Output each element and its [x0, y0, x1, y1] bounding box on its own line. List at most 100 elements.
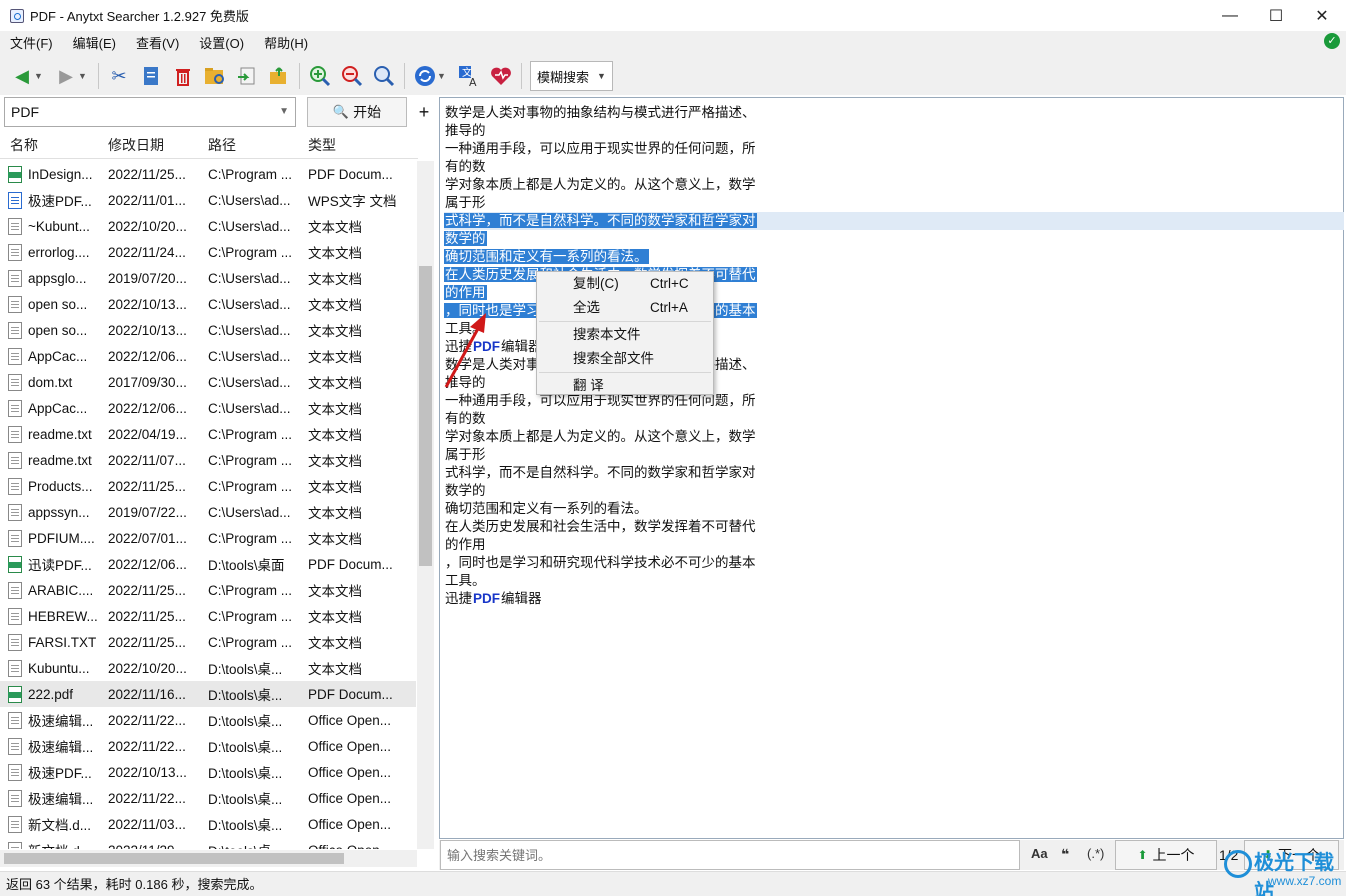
table-row[interactable]: Products... 2022/11/25... C:\Program ... 文本…: [0, 473, 416, 499]
refresh-icon[interactable]: [412, 63, 438, 89]
menu-file[interactable]: 文件(F): [0, 31, 63, 57]
results-horizontal-scrollbar[interactable]: [0, 850, 417, 867]
table-row[interactable]: readme.txt 2022/11/07... C:\Program ... 文本文…: [0, 447, 416, 473]
maximize-button[interactable]: ☐: [1253, 0, 1299, 31]
menu-view[interactable]: 查看(V): [126, 31, 189, 57]
scrollbar-thumb[interactable]: [4, 853, 344, 864]
table-row[interactable]: AppCac... 2022/12/06... C:\Users\ad... 文本文档: [0, 343, 416, 369]
app-icon: [10, 8, 24, 23]
table-row[interactable]: appsglo... 2019/07/20... C:\Users\ad... 文本文…: [0, 265, 416, 291]
cell-date: 2022/11/25...: [108, 608, 186, 624]
results-vertical-scrollbar[interactable]: [417, 161, 434, 849]
table-row[interactable]: open so... 2022/10/13... C:\Users\ad... 文本文…: [0, 317, 416, 343]
forward-arrow-icon[interactable]: ▶: [53, 63, 79, 89]
cell-name: 极速编辑...: [0, 710, 100, 730]
context-search-file-item[interactable]: 搜索本文件: [537, 323, 713, 347]
menu-settings[interactable]: 设置(O): [189, 31, 254, 57]
previous-match-button[interactable]: ⬆ 上一个: [1115, 840, 1217, 870]
refresh-dropdown-icon[interactable]: ▼: [437, 71, 449, 81]
delete-icon[interactable]: [170, 63, 196, 89]
translate-icon[interactable]: 文A: [456, 63, 482, 89]
search-icon[interactable]: [371, 63, 397, 89]
back-dropdown-icon[interactable]: ▼: [34, 71, 46, 81]
preview-text-run: 在人类历史发展和社会生活中，数学发挥着不可替代: [445, 519, 756, 534]
table-row[interactable]: 极速编辑... 2022/11/22... D:\tools\桌... Office …: [0, 707, 416, 733]
forward-dropdown-icon[interactable]: ▼: [78, 71, 90, 81]
context-select-all-item[interactable]: 全选 Ctrl+A: [537, 296, 713, 320]
zoom-in-icon[interactable]: [307, 63, 333, 89]
scrollbar-thumb[interactable]: [419, 266, 432, 566]
table-row[interactable]: dom.txt 2017/09/30... C:\Users\ad... 文本文档: [0, 369, 416, 395]
table-row[interactable]: 极速PDF... 2022/11/01... C:\Users\ad... WPS文字…: [0, 187, 416, 213]
title-bar: PDF - Anytxt Searcher 1.2.927 免费版 — ☐ ✕: [0, 0, 1346, 31]
table-row[interactable]: PDFIUM.... 2022/07/01... C:\Program ... 文本文…: [0, 525, 416, 551]
menu-help[interactable]: 帮助(H): [254, 31, 318, 57]
open-folder-icon[interactable]: [202, 63, 228, 89]
table-row[interactable]: 迅读PDF... 2022/12/06... D:\tools\桌面 PDF Docu…: [0, 551, 416, 577]
search-query-combo[interactable]: PDF ▼: [4, 97, 296, 127]
menu-item-label: 搜索全部文件: [573, 351, 654, 366]
whole-word-button[interactable]: ❝: [1061, 846, 1069, 863]
menu-item-shortcut: Ctrl+C: [650, 276, 689, 291]
table-row[interactable]: 新文档.d... 2022/11/03... D:\tools\桌... Office…: [0, 811, 416, 837]
preview-text-run: ，同时也是学习和研究现代科学技术必不可少的基本: [445, 555, 756, 570]
table-row[interactable]: 极速编辑... 2022/11/22... D:\tools\桌... Office …: [0, 733, 416, 759]
table-row[interactable]: appssyn... 2019/07/22... C:\Users\ad... 文本文…: [0, 499, 416, 525]
preview-line: 式科学，而不是自然科学。不同的数学家和哲学家对: [444, 464, 1344, 482]
import-icon[interactable]: [266, 63, 292, 89]
menu-edit[interactable]: 编辑(E): [63, 31, 126, 57]
context-search-all-item[interactable]: 搜索全部文件: [537, 347, 713, 371]
column-name[interactable]: 名称: [0, 135, 100, 155]
table-row[interactable]: AppCac... 2022/12/06... C:\Users\ad... 文本文档: [0, 395, 416, 421]
table-row[interactable]: 222.pdf 2022/11/16... D:\tools\桌... PDF Doc…: [0, 681, 416, 707]
table-row[interactable]: FARSI.TXT 2022/11/25... C:\Program ... 文本文档: [0, 629, 416, 655]
cell-name: HEBREW...: [0, 607, 100, 625]
back-arrow-icon[interactable]: ◀: [9, 63, 35, 89]
cell-date: 2022/10/13...: [108, 764, 187, 780]
cell-date: 2022/10/20...: [108, 660, 187, 676]
table-row[interactable]: InDesign... 2022/11/25... C:\Program ... PD…: [0, 161, 416, 187]
preview-line: 推导的: [444, 122, 1344, 140]
table-row[interactable]: 极速编辑... 2022/11/22... D:\tools\桌... Office …: [0, 785, 416, 811]
find-keyword-input[interactable]: [440, 840, 1020, 870]
preview-text-run: 有的数: [445, 159, 486, 174]
txt-file-icon: [8, 581, 22, 599]
column-date[interactable]: 修改日期: [100, 135, 200, 155]
heart-icon[interactable]: [488, 63, 514, 89]
table-row[interactable]: open so... 2022/10/13... C:\Users\ad... 文本文…: [0, 291, 416, 317]
cut-icon[interactable]: ✂: [106, 63, 132, 89]
next-match-button[interactable]: ⬇ 下一个: [1244, 840, 1339, 870]
column-type[interactable]: 类型: [300, 135, 408, 155]
table-row[interactable]: Kubuntu... 2022/10/20... D:\tools\桌... 文本文档: [0, 655, 416, 681]
table-row[interactable]: readme.txt 2022/04/19... C:\Program ... 文本文…: [0, 421, 416, 447]
preview-text-run: 式科学，而不是自然科学。不同的数学家和哲学家对: [445, 465, 756, 480]
cell-date: 2022/11/03...: [108, 816, 186, 832]
table-row[interactable]: ARABIC.... 2022/11/25... C:\Program ... 文本文…: [0, 577, 416, 603]
export-icon[interactable]: [234, 63, 260, 89]
table-row[interactable]: HEBREW... 2022/11/25... C:\Program ... 文本文档: [0, 603, 416, 629]
search-mode-dropdown[interactable]: 模糊搜索 ▼: [530, 61, 613, 91]
zoom-out-icon[interactable]: [339, 63, 365, 89]
preview-line: 学对象本质上都是人为定义的。从这个意义上，数学: [444, 428, 1344, 446]
table-row[interactable]: 极速PDF... 2022/10/13... D:\tools\桌... Office…: [0, 759, 416, 785]
context-copy-item[interactable]: 复制(C) Ctrl+C: [537, 272, 713, 296]
window-title: PDF - Anytxt Searcher 1.2.927 免费版: [30, 9, 249, 24]
minimize-button[interactable]: —: [1207, 0, 1253, 31]
document-icon[interactable]: [138, 63, 164, 89]
add-tab-button[interactable]: +: [414, 99, 434, 125]
preview-pane[interactable]: 数学是人类对事物的抽象结构与模式进行严格描述、 推导的 一种通用手段，可以应用于现实…: [439, 97, 1344, 839]
table-row[interactable]: ~Kubunt... 2022/10/20... C:\Users\ad... 文本文…: [0, 213, 416, 239]
start-search-button[interactable]: 🔍 开始: [307, 97, 407, 127]
file-name: 新文档.d...: [28, 818, 92, 833]
column-path[interactable]: 路径: [200, 135, 300, 155]
regex-button[interactable]: (.*): [1087, 846, 1104, 861]
cell-path: C:\Users\ad...: [208, 322, 291, 338]
close-button[interactable]: ✕: [1299, 0, 1345, 31]
preview-line: 的作用: [444, 536, 1344, 554]
context-translate-item[interactable]: 翻 译: [537, 374, 713, 398]
cell-path: C:\Users\ad...: [208, 270, 291, 286]
table-row[interactable]: 新文档.d... 2022/11/29...D:\tools\桌...Office…: [0, 837, 416, 849]
table-row[interactable]: errorlog.... 2022/11/24... C:\Program ... 文…: [0, 239, 416, 265]
cell-path: D:\tools\桌面: [208, 558, 285, 573]
match-case-button[interactable]: Aa: [1031, 846, 1048, 861]
